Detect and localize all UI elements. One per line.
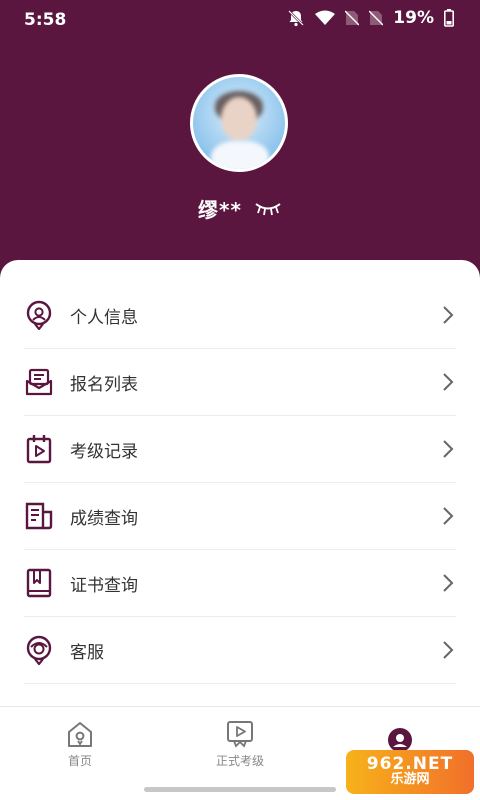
menu-item-exam-record[interactable]: 考级记录: [24, 416, 456, 483]
nav-home[interactable]: 首页: [0, 707, 160, 781]
chevron-right-icon: [443, 641, 454, 659]
nav-formal-exam[interactable]: 正式考级: [160, 707, 320, 781]
status-time: 5:58: [24, 10, 67, 30]
watermark-logo: 962.NET 乐游网: [346, 750, 474, 794]
customer-service-icon: [24, 635, 54, 665]
nav-label: 首页: [67, 753, 92, 768]
avatar-shirt: [211, 141, 269, 169]
gesture-bar[interactable]: [144, 787, 336, 792]
menu-item-label: 客服: [70, 642, 104, 663]
person-info-icon: [24, 300, 54, 330]
status-bar: 5:58 19%: [0, 0, 480, 40]
no-sim-icon: [345, 10, 360, 26]
avatar-face: [221, 97, 257, 141]
menu-item-label: 成绩查询: [70, 508, 138, 529]
menu-item-label: 个人信息: [70, 307, 138, 328]
chevron-right-icon: [443, 440, 454, 458]
nav-label: 正式考级: [215, 753, 264, 768]
menu-item-customer-service[interactable]: 客服: [24, 617, 456, 684]
menu-item-label: 考级记录: [70, 441, 138, 462]
certificate-query-icon: [24, 568, 54, 598]
wifi-icon: [315, 10, 336, 25]
no-sim-icon: [369, 10, 384, 26]
chevron-right-icon: [443, 373, 454, 391]
chevron-right-icon: [443, 574, 454, 592]
exam-record-icon: [24, 434, 54, 464]
battery-icon: [444, 9, 454, 27]
battery-percent: 19%: [393, 8, 434, 28]
watermark-bottom: 乐游网: [390, 772, 430, 788]
exam-play-icon: [227, 720, 253, 748]
watermark-top: 962.NET: [366, 754, 454, 775]
home-icon: [68, 721, 92, 747]
status-icons: 19%: [287, 8, 454, 28]
chevron-right-icon: [443, 507, 454, 525]
avatar[interactable]: [190, 74, 288, 172]
menu-item-score-query[interactable]: 成绩查询: [24, 483, 456, 550]
menu-list: 个人信息 报名列表 考级记录 成绩查询 证书查询 客服: [24, 282, 456, 684]
username: 缪**: [198, 198, 242, 222]
menu-item-label: 报名列表: [70, 374, 138, 395]
menu-item-registration-list[interactable]: 报名列表: [24, 349, 456, 416]
menu-item-label: 证书查询: [70, 575, 138, 596]
menu-item-personal-info[interactable]: 个人信息: [24, 282, 456, 349]
closed-eye-icon[interactable]: [254, 201, 282, 217]
registration-list-icon: [24, 367, 54, 397]
chevron-right-icon: [443, 306, 454, 324]
bell-muted-icon: [288, 10, 305, 27]
menu-item-certificate-query[interactable]: 证书查询: [24, 550, 456, 617]
score-query-icon: [24, 501, 54, 531]
username-row: 缪**: [0, 194, 480, 223]
menu-card: 个人信息 报名列表 考级记录 成绩查询 证书查询 客服: [0, 260, 480, 710]
